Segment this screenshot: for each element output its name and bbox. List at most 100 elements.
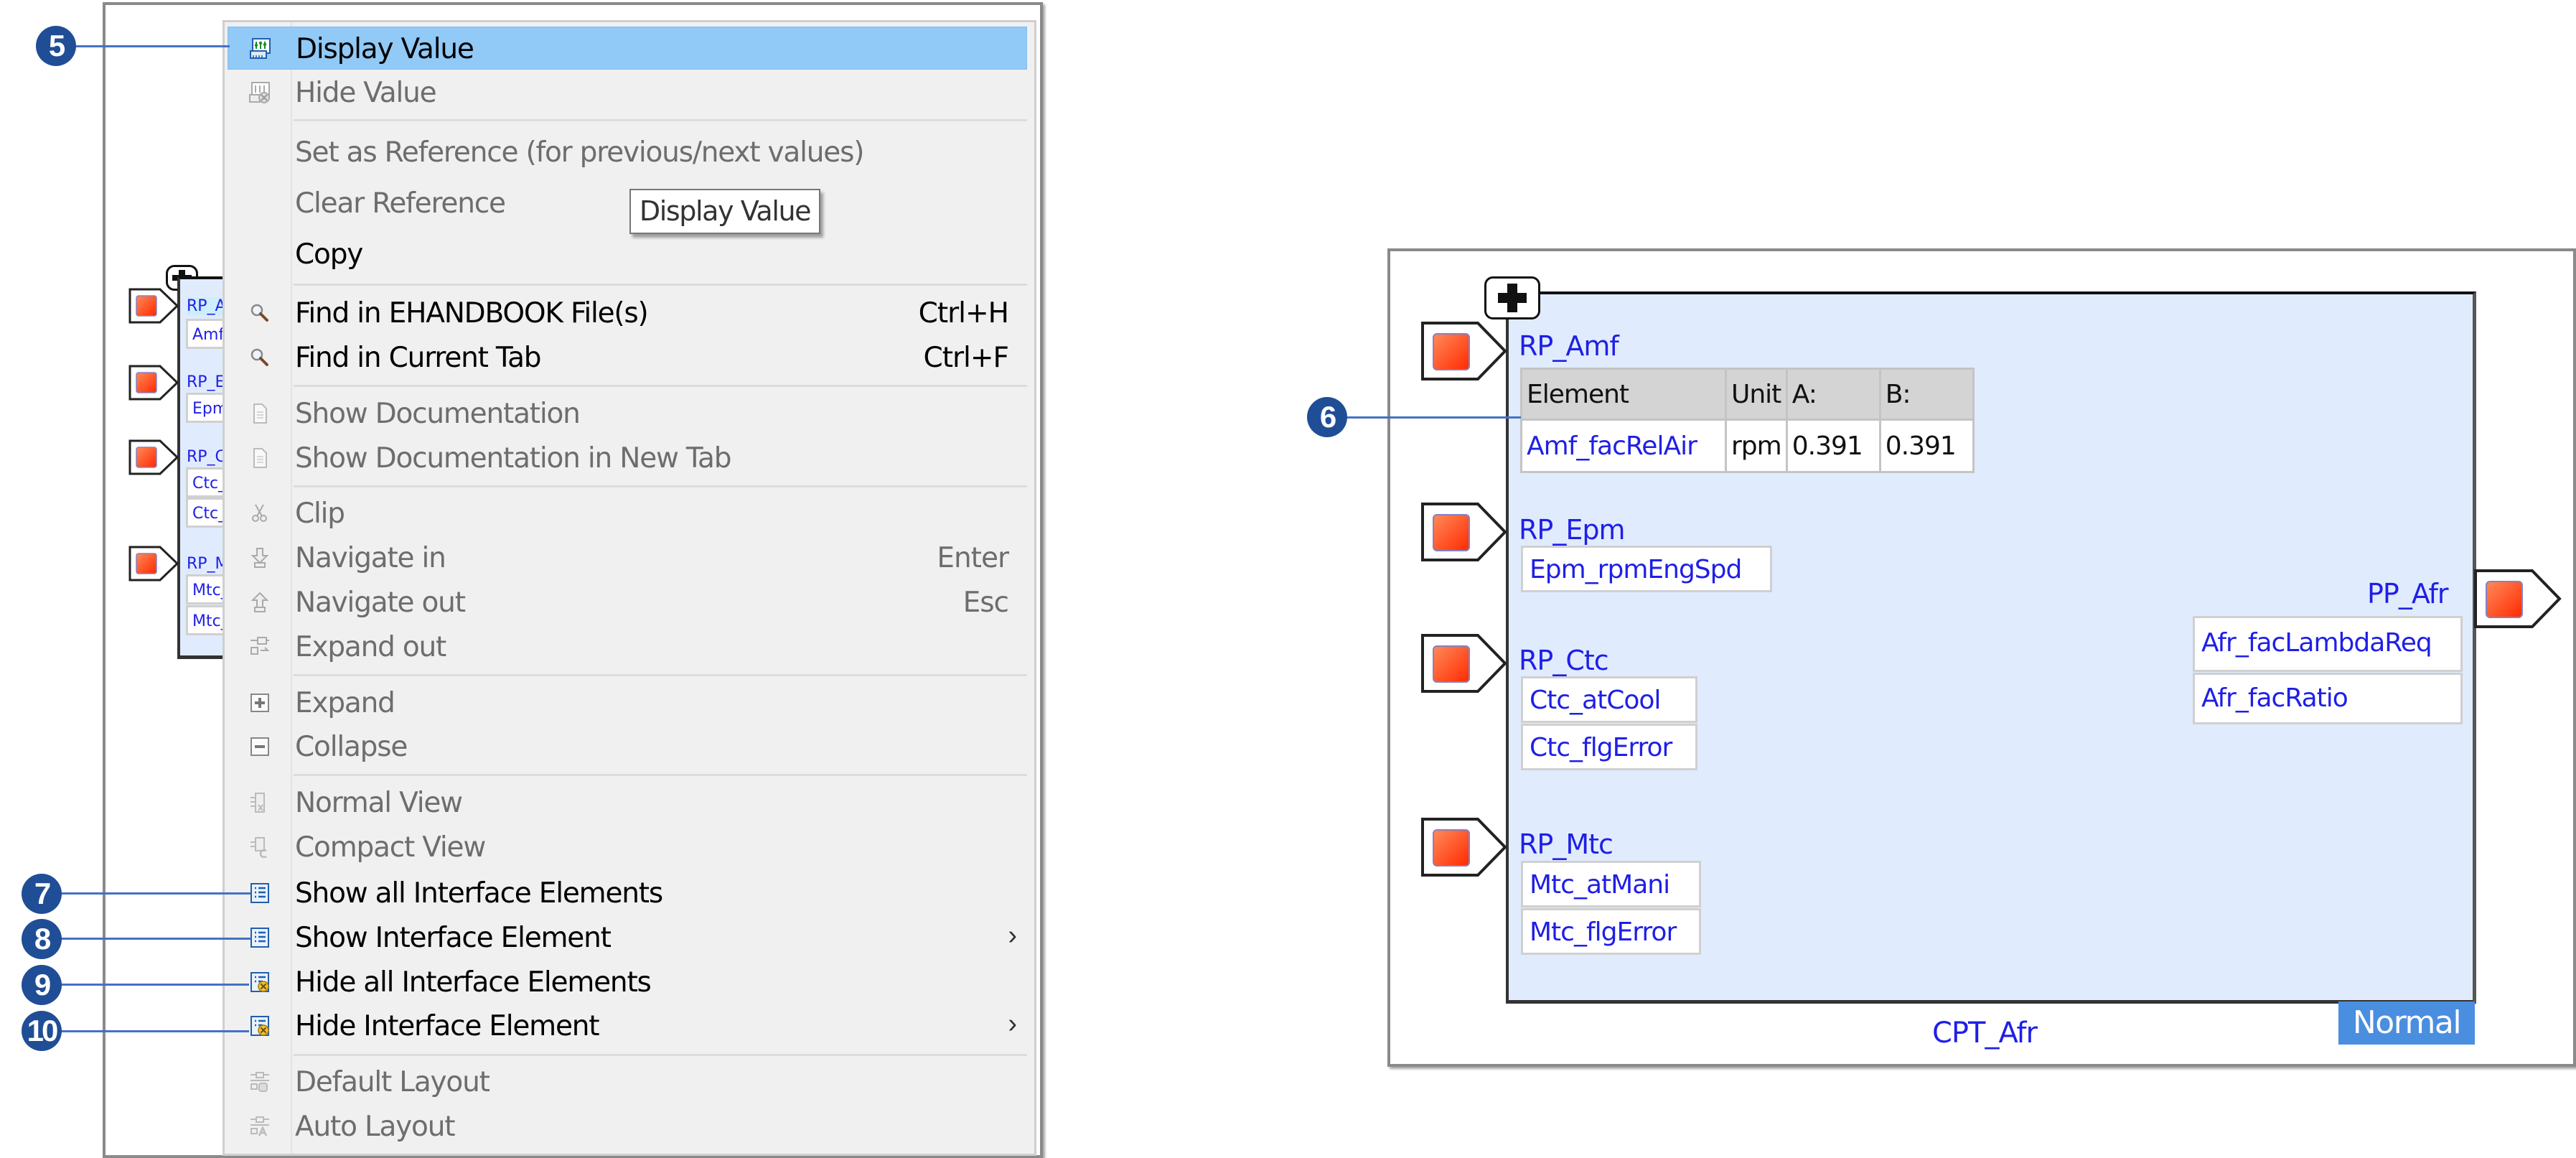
menu-item-label: Show Interface Element bbox=[295, 922, 612, 954]
field-label: Epm_rpmEngSpd bbox=[1530, 555, 1742, 584]
field-label: Mtc_atMani bbox=[1530, 870, 1670, 900]
list-hide-icon bbox=[250, 1016, 269, 1036]
callout-line-5 bbox=[57, 45, 230, 47]
menu-item-label: Expand bbox=[295, 687, 395, 719]
interface-element-field[interactable]: Mtc_flgError bbox=[1521, 908, 1701, 955]
port-rp-amf[interactable] bbox=[1420, 321, 1509, 385]
search-icon bbox=[250, 348, 268, 366]
menu-separator bbox=[294, 774, 1027, 776]
menu-item-shortcut: Ctrl+F bbox=[923, 342, 1009, 374]
interface-element-field[interactable]: Mtc_atMani bbox=[1521, 861, 1701, 907]
menu-item-show-all-interface-elements[interactable]: Show all Interface Elements bbox=[228, 872, 1027, 915]
mini-field-label: Ctc_ bbox=[192, 505, 227, 523]
list-icon bbox=[250, 928, 269, 948]
menu-item-label: Show all Interface Elements bbox=[295, 877, 663, 910]
menu-item-label: Compact View bbox=[295, 831, 486, 864]
menu-item-hide-value[interactable]: Hide Value bbox=[228, 71, 1027, 114]
menu-item-clear-reference[interactable]: Clear Reference bbox=[228, 182, 1027, 225]
menu-item-clip[interactable]: Clip bbox=[228, 492, 1027, 535]
expand-component-button[interactable] bbox=[1484, 276, 1540, 319]
menu-item-label: Clip bbox=[295, 498, 345, 530]
interface-element-field[interactable]: Epm_rpmEngSpd bbox=[1521, 546, 1772, 592]
port-rp-ctc[interactable] bbox=[1420, 633, 1509, 697]
column-header: B: bbox=[1878, 368, 1975, 421]
menu-item-label: Find in Current Tab bbox=[295, 342, 542, 374]
menu-item-copy[interactable]: Copy bbox=[228, 233, 1027, 276]
port-pp-afr[interactable] bbox=[2473, 569, 2562, 632]
menu-item-collapse[interactable]: Collapse bbox=[228, 725, 1027, 768]
port-rp-mtc[interactable] bbox=[1420, 817, 1509, 881]
menu-separator bbox=[294, 485, 1027, 487]
menu-item-hide-all-interface-elements[interactable]: Hide all Interface Elements bbox=[228, 961, 1027, 1004]
menu-item-label: Navigate out bbox=[295, 587, 466, 619]
port-name-rp-epm: RP_Epm bbox=[1519, 514, 1625, 546]
menu-item-navigate-in[interactable]: Navigate in Enter bbox=[228, 536, 1027, 579]
interface-element-field[interactable]: Afr_facLambdaReq bbox=[2193, 616, 2463, 672]
table-row[interactable]: Amf_facRelAir rpm 0.391 0.391 bbox=[1520, 419, 1975, 473]
callout-6: 6 bbox=[1307, 397, 1347, 437]
field-label: Ctc_flgError bbox=[1530, 733, 1672, 762]
view-mode-badge: Normal bbox=[2338, 1001, 2475, 1045]
expand-out-icon bbox=[250, 637, 270, 655]
menu-item-show-documentation[interactable]: Show Documentation bbox=[228, 392, 1027, 435]
menu-item-label: Collapse bbox=[295, 731, 408, 763]
menu-item-label: Show Documentation bbox=[295, 398, 581, 430]
mini-field-label: Ctc_ bbox=[192, 475, 227, 492]
mini-port-2[interactable] bbox=[128, 365, 180, 404]
menu-item-show-interface-element[interactable]: Show Interface Element › bbox=[228, 916, 1027, 959]
value-b-cell: 0.391 bbox=[1878, 419, 1975, 473]
menu-item-label: Normal View bbox=[295, 787, 463, 819]
interface-element-field[interactable]: Ctc_flgError bbox=[1521, 724, 1697, 770]
component-title: CPT_Afr bbox=[1932, 1017, 2038, 1050]
menu-item-navigate-out[interactable]: Navigate out Esc bbox=[228, 581, 1027, 624]
menu-item-shortcut: Esc bbox=[963, 587, 1009, 619]
callout-line-10 bbox=[43, 1030, 249, 1032]
menu-item-hide-interface-element[interactable]: Hide Interface Element › bbox=[228, 1004, 1027, 1047]
navigate-out-icon bbox=[250, 592, 269, 612]
callout-9: 9 bbox=[22, 965, 62, 1005]
port-connector-icon bbox=[128, 546, 179, 582]
menu-item-label: Hide Value bbox=[295, 77, 437, 109]
tooltip: Display Value bbox=[629, 189, 820, 234]
menu-item-label: Set as Reference (for previous/next valu… bbox=[295, 136, 864, 169]
value-table-header: Element Unit A: B: bbox=[1520, 368, 1975, 421]
plus-icon bbox=[1498, 284, 1527, 312]
unit-cell: rpm bbox=[1725, 419, 1788, 473]
port-name-rp-amf: RP_Amf bbox=[1519, 330, 1619, 362]
value-a-cell: 0.391 bbox=[1785, 419, 1881, 473]
port-connector-icon bbox=[1421, 503, 1507, 561]
menu-item-display-value[interactable]: Display Value bbox=[228, 27, 1027, 70]
menu-item-expand[interactable]: Expand bbox=[228, 681, 1027, 724]
mini-port-3[interactable] bbox=[128, 439, 180, 479]
port-rp-epm[interactable] bbox=[1420, 502, 1509, 566]
interface-element-field[interactable]: Afr_facRatio bbox=[2193, 673, 2463, 724]
mini-port-1[interactable] bbox=[128, 288, 180, 327]
port-connector-icon bbox=[1421, 634, 1507, 693]
menu-item-normal-view[interactable]: Normal View bbox=[228, 781, 1027, 824]
value-table: Element Unit A: B: Amf_facRelAir rpm 0.3… bbox=[1520, 368, 1975, 473]
field-label: Afr_facRatio bbox=[2201, 683, 2348, 713]
menu-item-find-in-ehandbook[interactable]: Find in EHANDBOOK File(s) Ctrl+H bbox=[228, 291, 1027, 335]
menu-item-find-in-current-tab[interactable]: Find in Current Tab Ctrl+F bbox=[228, 336, 1027, 379]
element-cell[interactable]: Amf_facRelAir bbox=[1520, 419, 1727, 473]
menu-item-auto-layout[interactable]: Auto Layout bbox=[228, 1105, 1027, 1148]
menu-item-show-documentation-new-tab[interactable]: Show Documentation in New Tab bbox=[228, 436, 1027, 480]
port-name-rp-mtc: RP_Mtc bbox=[1519, 828, 1613, 860]
search-icon bbox=[250, 304, 268, 322]
menu-item-default-layout[interactable]: Default Layout bbox=[228, 1060, 1027, 1103]
submenu-arrow-icon: › bbox=[1008, 1009, 1017, 1039]
port-connector-icon bbox=[128, 439, 179, 475]
mini-port-4[interactable] bbox=[128, 546, 180, 585]
menu-item-expand-out[interactable]: Expand out bbox=[228, 625, 1027, 668]
menu-item-compact-view[interactable]: Compact View bbox=[228, 826, 1027, 869]
menu-separator bbox=[294, 674, 1027, 676]
port-connector-icon bbox=[128, 365, 179, 401]
menu-item-label: Hide all Interface Elements bbox=[295, 966, 652, 999]
port-connector-icon bbox=[2474, 569, 2562, 628]
interface-element-field[interactable]: Ctc_atCool bbox=[1521, 676, 1697, 723]
display-value-icon bbox=[250, 38, 271, 59]
column-header: Unit bbox=[1725, 368, 1788, 421]
port-connector-icon bbox=[1421, 322, 1507, 380]
port-connector-icon bbox=[1421, 818, 1507, 877]
menu-item-set-as-reference[interactable]: Set as Reference (for previous/next valu… bbox=[228, 131, 1027, 174]
